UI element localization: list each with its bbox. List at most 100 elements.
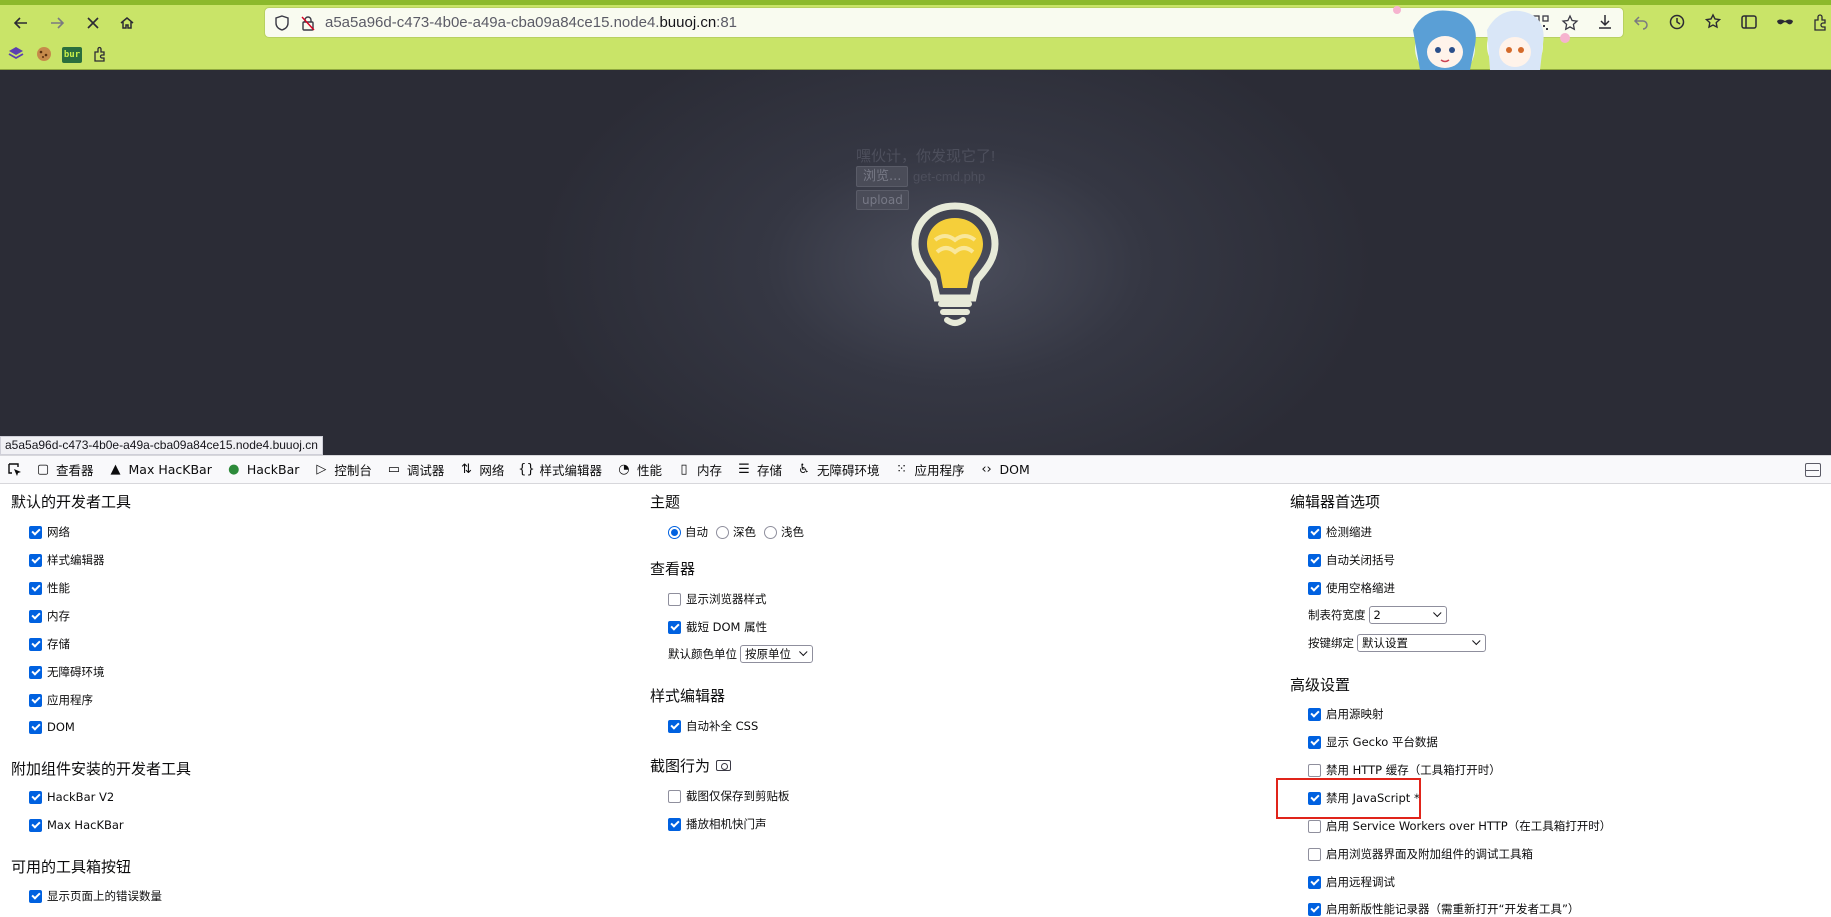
checkbox[interactable] xyxy=(29,581,42,595)
theme-auto-radio[interactable]: 自动 xyxy=(668,524,708,540)
back-button[interactable] xyxy=(8,10,34,36)
toggle-performance-tool[interactable]: 性能 xyxy=(29,580,70,596)
browse-file-button[interactable]: 浏览... xyxy=(856,166,909,187)
reader-view-button[interactable] xyxy=(1736,10,1762,34)
checkbox[interactable] xyxy=(668,789,681,803)
browser-toolbar: a5a5a96d-c473-4b0e-a49a-cba09a84ce15.nod… xyxy=(0,0,1831,70)
checkbox[interactable] xyxy=(29,818,42,832)
bookmark-extension[interactable] xyxy=(90,44,110,64)
toggle-autocomplete-css[interactable]: 自动补全 CSS xyxy=(668,718,758,734)
undo-button[interactable] xyxy=(1628,10,1654,34)
checkbox[interactable] xyxy=(29,553,42,567)
stop-loading-button[interactable] xyxy=(80,10,106,36)
radio-button[interactable] xyxy=(716,525,729,539)
toggle-storage-tool[interactable]: 存储 xyxy=(29,636,70,652)
tab-application[interactable]: ⁙ 应用程序 xyxy=(887,456,972,484)
tab-size-select[interactable]: 2 xyxy=(1368,606,1447,624)
checkbox[interactable] xyxy=(1308,763,1321,777)
toggle-detect-indentation[interactable]: 检测缩进 xyxy=(1308,524,1372,540)
toggle-service-workers-http[interactable]: 启用 Service Workers over HTTP（在工具箱打开时） xyxy=(1308,818,1611,834)
bookmarks-menu-button[interactable] xyxy=(1700,10,1726,34)
home-button[interactable] xyxy=(114,10,140,36)
checkbox[interactable] xyxy=(1308,525,1321,539)
tab-max-hackbar[interactable]: ▲ Max HacKBar xyxy=(101,456,219,484)
bookmark-layers[interactable] xyxy=(6,44,26,64)
toggle-spaces-indent[interactable]: 使用空格缩进 xyxy=(1308,580,1395,596)
toggle-browser-chrome-debugging[interactable]: 启用浏览器界面及附加组件的调试工具箱 xyxy=(1308,846,1533,862)
theme-dark-radio[interactable]: 深色 xyxy=(716,524,756,540)
checkbox[interactable] xyxy=(1308,902,1321,916)
element-picker-button[interactable] xyxy=(2,456,28,484)
toggle-browser-styles[interactable]: 显示浏览器样式 xyxy=(668,591,767,607)
toggle-truncate-dom-attributes[interactable]: 截短 DOM 属性 xyxy=(668,619,767,635)
toggle-style-editor-tool[interactable]: 样式编辑器 xyxy=(29,552,105,568)
checkbox[interactable] xyxy=(668,817,681,831)
color-unit-select[interactable]: 按原单位 xyxy=(740,645,813,663)
toggle-disable-http-cache[interactable]: 禁用 HTTP 缓存（工具箱打开时） xyxy=(1308,762,1501,778)
toggle-remote-debugging[interactable]: 启用远程调试 xyxy=(1308,874,1395,890)
tab-memory[interactable]: ▯ 内存 xyxy=(669,456,729,484)
toolbar-icons xyxy=(1592,10,1831,34)
bookmark-burp[interactable]: bur xyxy=(62,44,82,64)
radio-button[interactable] xyxy=(668,525,681,539)
checkbox[interactable] xyxy=(29,889,42,903)
toggle-accessibility-tool[interactable]: 无障碍环境 xyxy=(29,664,105,680)
checkbox[interactable] xyxy=(29,609,42,623)
toggle-network-tool[interactable]: 网络 xyxy=(29,524,70,540)
memory-icon: ▯ xyxy=(680,462,688,477)
checkbox[interactable] xyxy=(1308,875,1321,889)
checkbox[interactable] xyxy=(29,790,42,804)
tab-style-editor[interactable]: {} 样式编辑器 xyxy=(511,456,609,484)
checkbox[interactable] xyxy=(29,637,42,651)
tab-performance[interactable]: ◔ 性能 xyxy=(609,456,669,484)
shield-icon[interactable] xyxy=(273,14,291,32)
theme-light-radio[interactable]: 浅色 xyxy=(764,524,804,540)
dock-options-icon[interactable] xyxy=(1805,463,1821,477)
toggle-autoclose-brackets[interactable]: 自动关闭括号 xyxy=(1308,552,1395,568)
tab-accessibility[interactable]: ♿ 无障碍环境 xyxy=(789,456,887,484)
toggle-source-maps[interactable]: 启用源映射 xyxy=(1308,706,1384,722)
toggle-max-hackbar[interactable]: Max HacKBar xyxy=(29,818,124,832)
toggle-application-tool[interactable]: 应用程序 xyxy=(29,692,93,708)
url-text[interactable]: a5a5a96d-c473-4b0e-a49a-cba09a84ce15.nod… xyxy=(325,14,737,31)
toggle-new-performance-recorder[interactable]: 启用新版性能记录器（需重新打开“开发者工具”） xyxy=(1308,901,1579,917)
forward-button[interactable] xyxy=(44,10,70,36)
tab-network[interactable]: ⇅ 网络 xyxy=(451,456,511,484)
bookmark-cookie[interactable] xyxy=(34,44,54,64)
toggle-screenshot-clipboard[interactable]: 截图仅保存到剪贴板 xyxy=(668,788,790,804)
checkbox[interactable] xyxy=(668,620,681,634)
toggle-gecko-platform-data[interactable]: 显示 Gecko 平台数据 xyxy=(1308,734,1438,750)
tab-inspector[interactable]: ▢ 查看器 xyxy=(28,456,101,484)
checkbox[interactable] xyxy=(29,525,42,539)
option-label: 使用空格缩进 xyxy=(1326,581,1395,595)
checkbox[interactable] xyxy=(668,719,681,733)
tab-hackbar[interactable]: ● HackBar xyxy=(219,456,307,484)
history-button[interactable] xyxy=(1664,10,1690,34)
checkbox[interactable] xyxy=(1308,707,1321,721)
toggle-error-count[interactable]: 显示页面上的错误数量 xyxy=(29,888,162,904)
extension-button[interactable] xyxy=(1808,10,1831,34)
toggle-hackbar-v2[interactable]: HackBar V2 xyxy=(29,790,114,804)
checkbox[interactable] xyxy=(1308,735,1321,749)
keybinding-select[interactable]: 默认设置 xyxy=(1357,634,1486,652)
checkbox[interactable] xyxy=(1308,847,1321,861)
checkbox[interactable] xyxy=(668,592,681,606)
tab-dom[interactable]: ‹› DOM xyxy=(972,456,1037,484)
tab-storage[interactable]: ☰ 存储 xyxy=(729,456,789,484)
checkbox[interactable] xyxy=(29,693,42,707)
checkbox[interactable] xyxy=(1308,819,1321,833)
toggle-dom-tool[interactable]: DOM xyxy=(29,720,75,734)
checkbox[interactable] xyxy=(29,665,42,679)
private-mask-button[interactable] xyxy=(1772,10,1798,34)
downloads-button[interactable] xyxy=(1592,10,1618,34)
tab-console[interactable]: ▷ 控制台 xyxy=(306,456,379,484)
checkbox[interactable] xyxy=(29,720,42,734)
toggle-shutter-sound[interactable]: 播放相机快门声 xyxy=(668,816,767,832)
tab-debugger[interactable]: ▭ 调试器 xyxy=(379,456,452,484)
checkbox[interactable] xyxy=(1308,553,1321,567)
radio-button[interactable] xyxy=(764,525,777,539)
upload-button[interactable]: upload xyxy=(856,190,909,210)
insecure-lock-icon[interactable] xyxy=(299,14,317,32)
checkbox[interactable] xyxy=(1308,581,1321,595)
toggle-memory-tool[interactable]: 内存 xyxy=(29,608,70,624)
